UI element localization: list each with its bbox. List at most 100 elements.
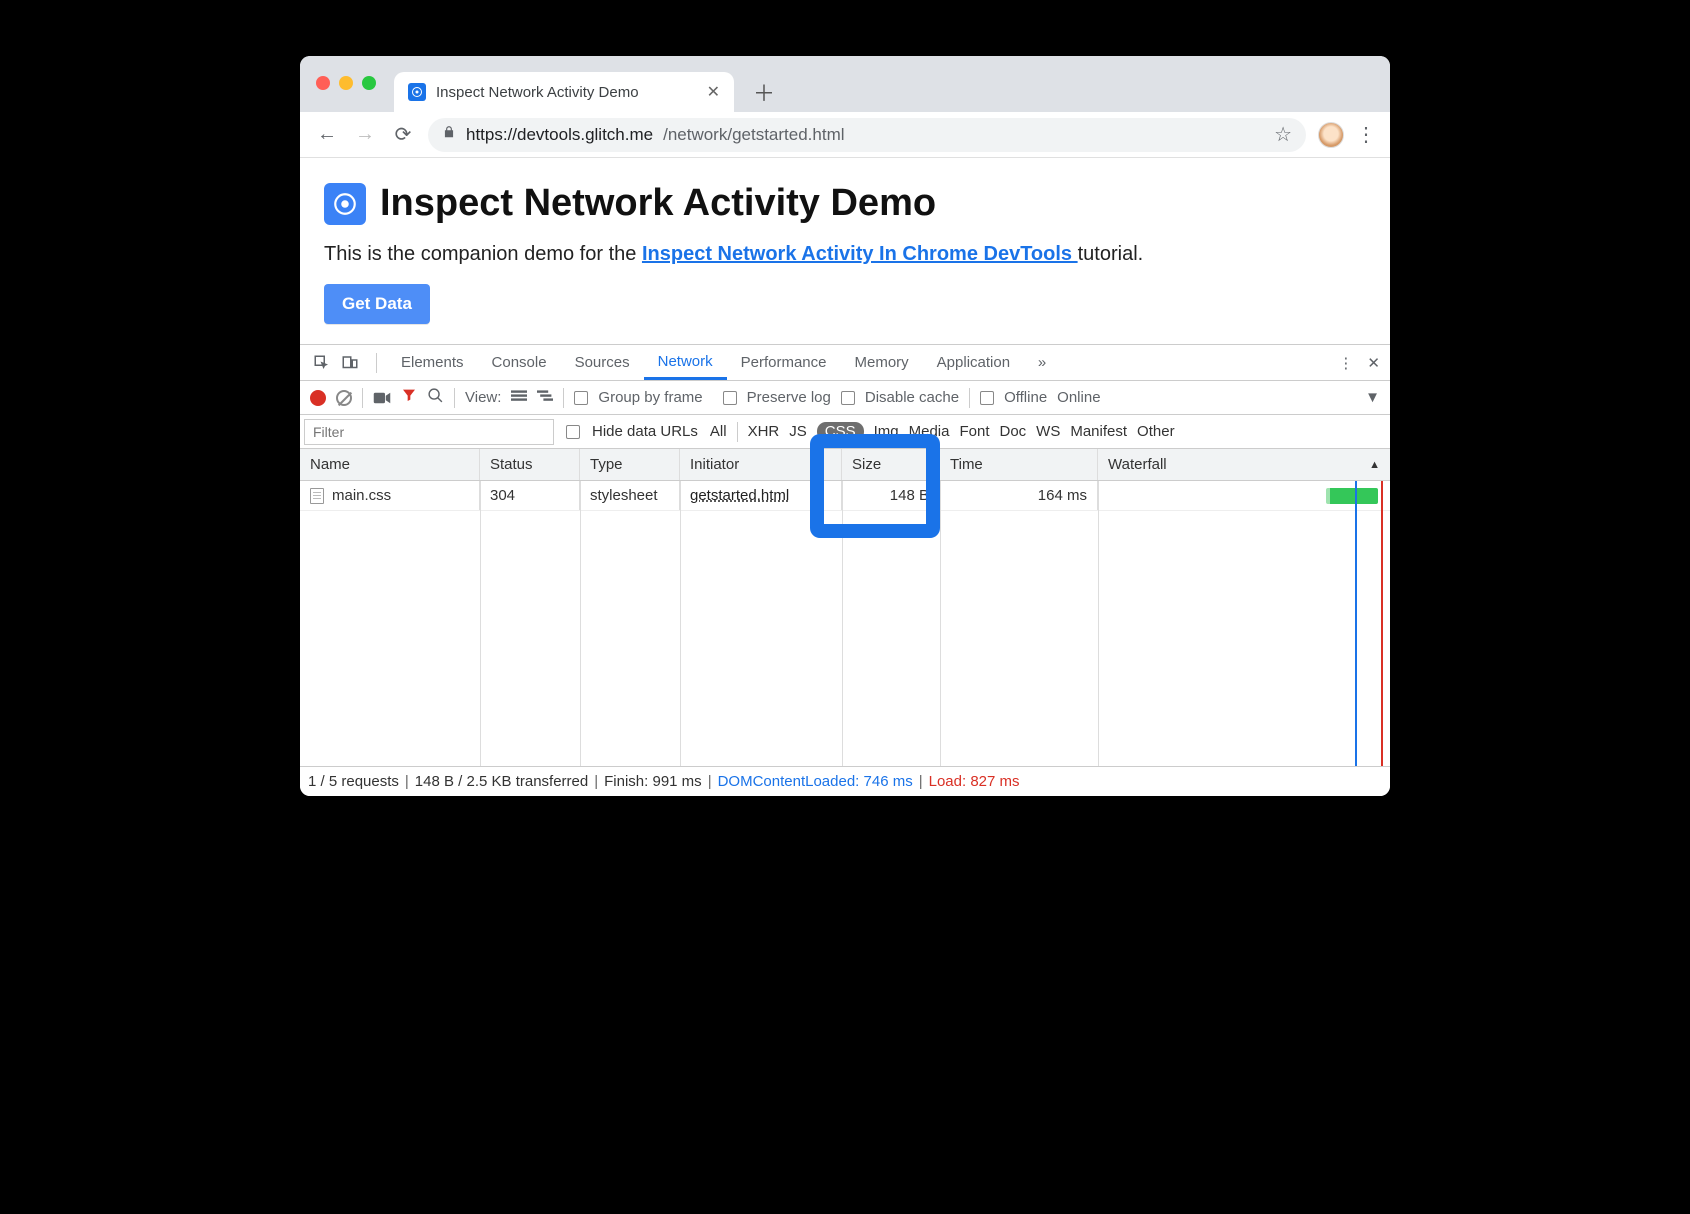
- offline-label: Offline: [1004, 389, 1047, 406]
- large-rows-icon[interactable]: [511, 389, 527, 407]
- tutorial-link[interactable]: Inspect Network Activity In Chrome DevTo…: [642, 243, 1078, 265]
- col-size[interactable]: Size: [842, 449, 940, 480]
- preserve-log-checkbox[interactable]: [723, 391, 737, 405]
- devtools-panel: Elements Console Sources Network Perform…: [300, 345, 1390, 796]
- network-toolbar: View: Group by frame Preserve log Disabl…: [300, 381, 1390, 415]
- filter-xhr[interactable]: XHR: [748, 423, 780, 440]
- col-status[interactable]: Status: [480, 449, 580, 480]
- network-status-bar: 1 / 5 requests | 148 B / 2.5 KB transfer…: [300, 766, 1390, 796]
- lock-icon: [442, 124, 456, 145]
- page-description: This is the companion demo for the Inspe…: [324, 243, 1366, 266]
- filter-font[interactable]: Font: [959, 423, 989, 440]
- cell-waterfall: [1098, 481, 1390, 510]
- filter-img[interactable]: Img: [874, 423, 899, 440]
- col-name[interactable]: Name: [300, 449, 480, 480]
- hide-data-urls-label: Hide data URLs: [592, 423, 698, 440]
- status-load: Load: 827 ms: [929, 773, 1020, 790]
- filter-all[interactable]: All: [710, 423, 727, 440]
- status-requests: 1 / 5 requests: [308, 773, 399, 790]
- tab-memory[interactable]: Memory: [841, 345, 923, 380]
- cell-status: 304: [480, 481, 580, 510]
- col-initiator[interactable]: Initiator: [680, 449, 842, 480]
- group-by-frame-checkbox[interactable]: [574, 391, 588, 405]
- devtools-close-icon[interactable]: ✕: [1367, 354, 1380, 372]
- throttling-dropdown-icon[interactable]: ▼: [1365, 389, 1380, 406]
- more-tabs-icon[interactable]: »: [1030, 351, 1054, 375]
- device-toolbar-icon[interactable]: [338, 351, 362, 375]
- status-finish: Finish: 991 ms: [604, 773, 702, 790]
- inspect-element-icon[interactable]: [310, 351, 334, 375]
- disable-cache-checkbox[interactable]: [841, 391, 855, 405]
- preserve-log-label: Preserve log: [747, 389, 831, 406]
- filter-input[interactable]: [304, 419, 554, 445]
- tab-network[interactable]: Network: [644, 345, 727, 380]
- disable-cache-label: Disable cache: [865, 389, 959, 406]
- tab-sources[interactable]: Sources: [561, 345, 644, 380]
- table-row[interactable]: main.css 304 stylesheet getstarted.html …: [300, 481, 1390, 511]
- view-label: View:: [465, 389, 501, 406]
- tab-close-icon[interactable]: ✕: [707, 82, 720, 102]
- tab-performance[interactable]: Performance: [727, 345, 841, 380]
- cell-initiator: getstarted.html: [680, 481, 842, 510]
- browser-tabs: Inspect Network Activity Demo ✕ ＋: [394, 56, 778, 112]
- status-transferred: 148 B / 2.5 KB transferred: [415, 773, 588, 790]
- window-close-button[interactable]: [316, 76, 330, 90]
- online-label[interactable]: Online: [1057, 389, 1100, 406]
- star-icon[interactable]: ☆: [1274, 122, 1292, 147]
- browser-window: Inspect Network Activity Demo ✕ ＋ ← → ⟳ …: [300, 56, 1390, 796]
- dcl-marker: [1355, 481, 1357, 766]
- page-content: Inspect Network Activity Demo This is th…: [300, 158, 1390, 345]
- filter-ws[interactable]: WS: [1036, 423, 1060, 440]
- initiator-link[interactable]: getstarted.html: [690, 487, 789, 504]
- sort-indicator-icon: ▲: [1369, 459, 1380, 471]
- browser-tab-title: Inspect Network Activity Demo: [436, 84, 639, 101]
- col-time[interactable]: Time: [940, 449, 1098, 480]
- table-body: main.css 304 stylesheet getstarted.html …: [300, 481, 1390, 766]
- hide-data-urls-checkbox[interactable]: [566, 425, 580, 439]
- profile-avatar[interactable]: [1318, 122, 1344, 148]
- reload-icon[interactable]: ⟳: [390, 122, 416, 148]
- filter-css[interactable]: CSS: [817, 422, 864, 441]
- url-path: /network/getstarted.html: [663, 125, 844, 145]
- forward-icon[interactable]: →: [352, 122, 378, 148]
- filter-js[interactable]: JS: [789, 423, 807, 440]
- col-waterfall[interactable]: Waterfall▲: [1098, 449, 1390, 480]
- network-table: Name Status Type Initiator Size Time Wat…: [300, 449, 1390, 766]
- filter-media[interactable]: Media: [909, 423, 950, 440]
- load-marker: [1381, 481, 1383, 766]
- desc-prefix: This is the companion demo for the: [324, 243, 642, 265]
- titlebar: Inspect Network Activity Demo ✕ ＋: [300, 56, 1390, 112]
- traffic-lights: [316, 76, 376, 90]
- col-type[interactable]: Type: [580, 449, 680, 480]
- page-title: Inspect Network Activity Demo: [380, 182, 936, 225]
- offline-checkbox[interactable]: [980, 391, 994, 405]
- url-box[interactable]: https://devtools.glitch.me/network/getst…: [428, 118, 1306, 152]
- url-host: https://devtools.glitch.me: [466, 125, 653, 145]
- filter-icon[interactable]: [401, 387, 417, 408]
- file-icon: [310, 488, 324, 504]
- address-bar: ← → ⟳ https://devtools.glitch.me/network…: [300, 112, 1390, 158]
- clear-icon[interactable]: [336, 390, 352, 406]
- new-tab-button[interactable]: ＋: [750, 78, 778, 106]
- tab-application[interactable]: Application: [923, 345, 1024, 380]
- waterfall-toggle-icon[interactable]: [537, 389, 553, 407]
- filter-doc[interactable]: Doc: [999, 423, 1026, 440]
- screenshot-icon[interactable]: [373, 391, 391, 405]
- cell-name: main.css: [300, 481, 480, 510]
- status-dcl: DOMContentLoaded: 746 ms: [718, 773, 913, 790]
- record-button[interactable]: [310, 390, 326, 406]
- search-icon[interactable]: [427, 387, 444, 408]
- desc-suffix: tutorial.: [1078, 243, 1144, 265]
- back-icon[interactable]: ←: [314, 122, 340, 148]
- window-minimize-button[interactable]: [339, 76, 353, 90]
- filter-other[interactable]: Other: [1137, 423, 1175, 440]
- chrome-menu-icon[interactable]: ⋮: [1356, 122, 1376, 147]
- browser-tab-active[interactable]: Inspect Network Activity Demo ✕: [394, 72, 734, 112]
- get-data-button[interactable]: Get Data: [324, 284, 430, 324]
- waterfall-bar: [1326, 488, 1379, 504]
- window-zoom-button[interactable]: [362, 76, 376, 90]
- tab-console[interactable]: Console: [478, 345, 561, 380]
- filter-manifest[interactable]: Manifest: [1070, 423, 1127, 440]
- devtools-menu-icon[interactable]: ⋮: [1338, 354, 1353, 372]
- tab-elements[interactable]: Elements: [387, 345, 478, 380]
